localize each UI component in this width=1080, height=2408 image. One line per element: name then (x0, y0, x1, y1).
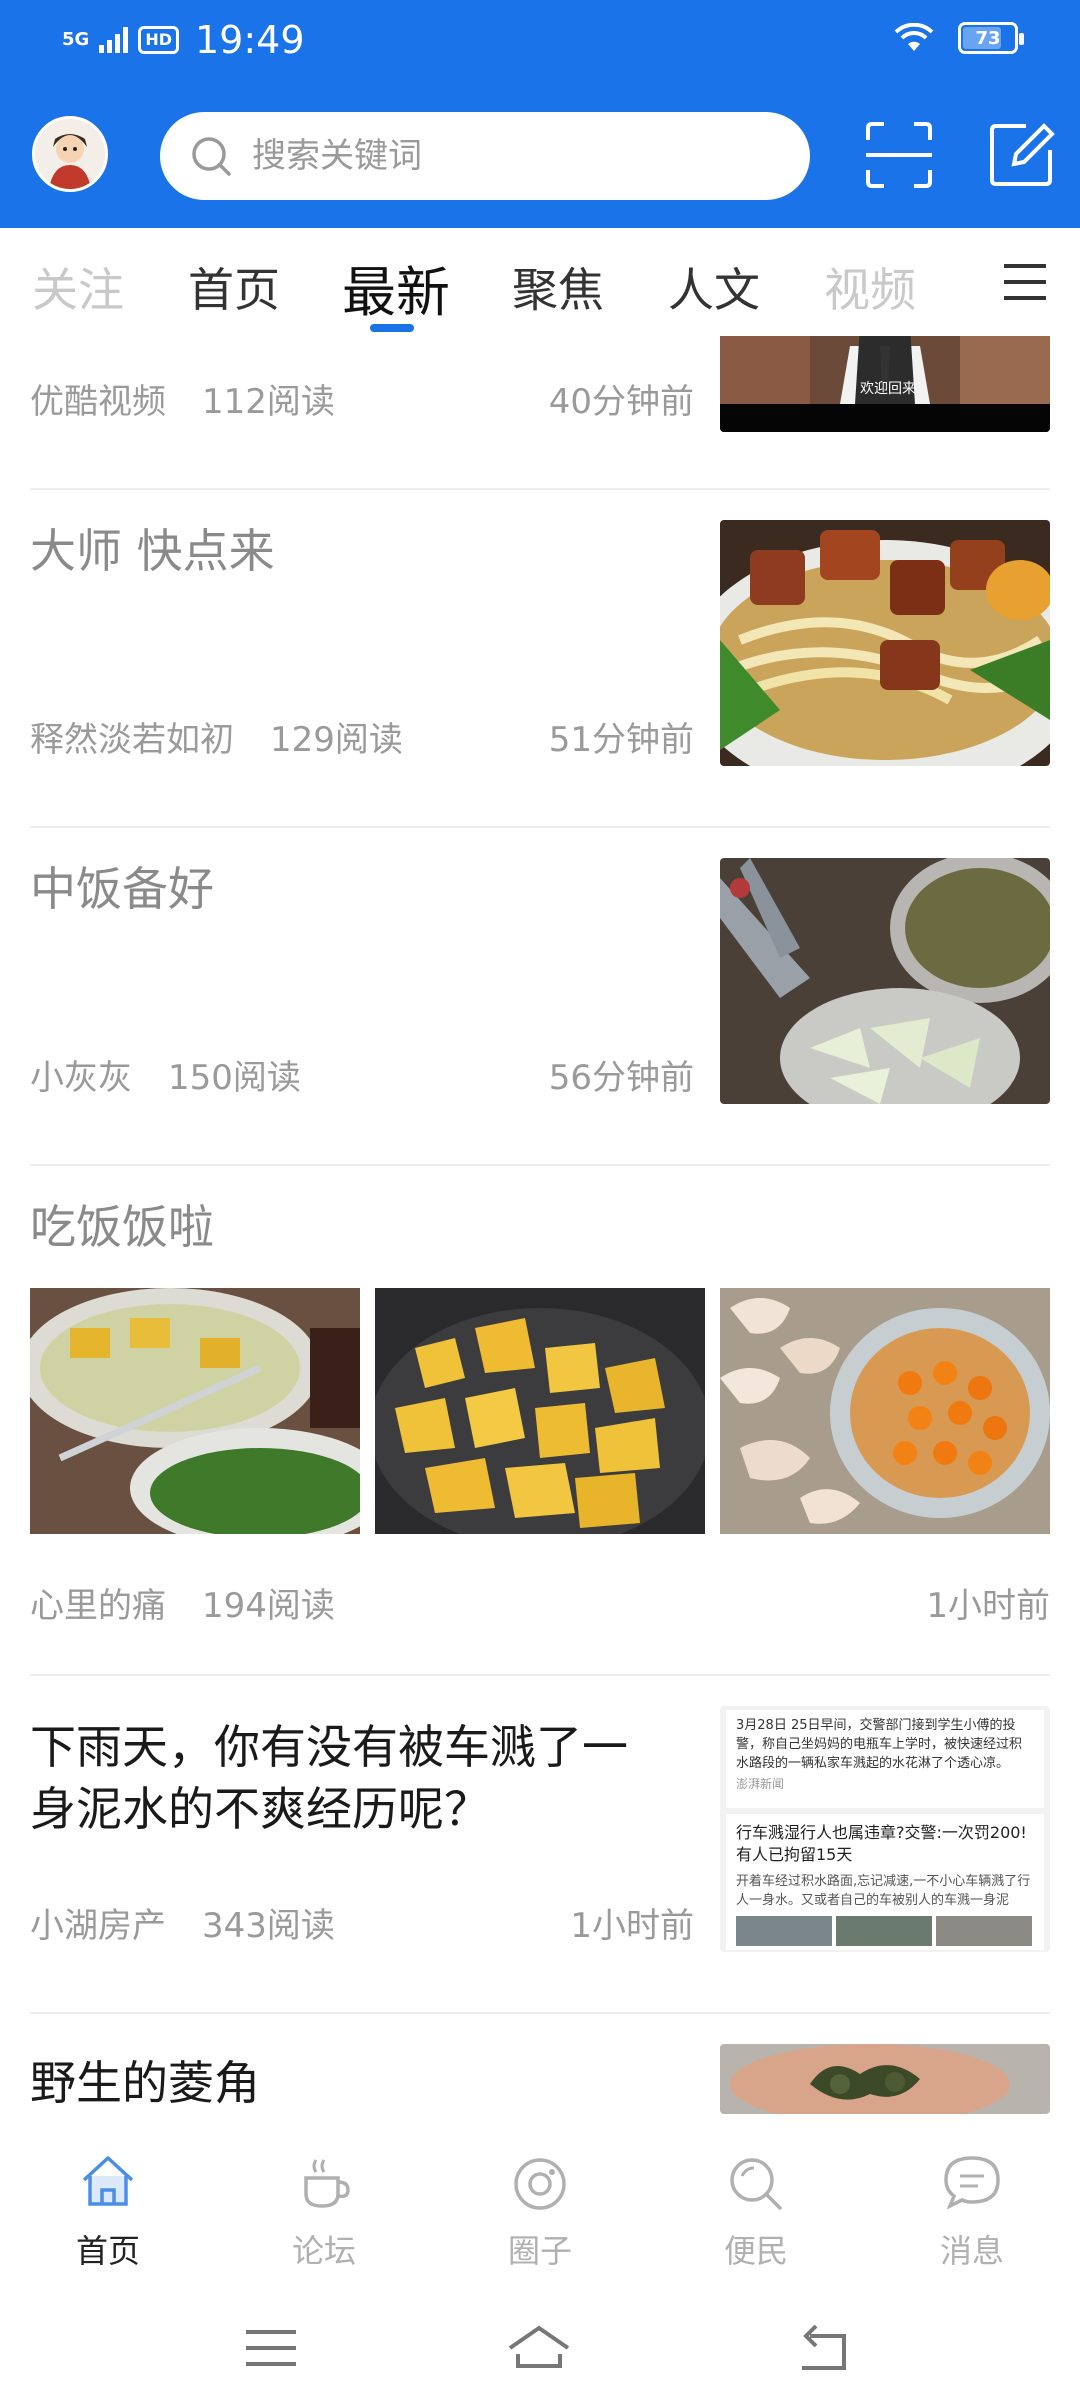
battery-icon: 73 (958, 22, 1024, 54)
post-time: 1小时前 (926, 1586, 1050, 1626)
divider (30, 1164, 1050, 1166)
thumb-text-top: 3月28日 25日早间，交警部门接到学生小傅的投警，称自己坐妈妈的电瓶车上学时，… (736, 1718, 1023, 1771)
news-feed: 欢迎回来 优酷视频 112阅读 40分钟前 大师 快点来 释然淡若如初 129阅读 … (0, 336, 1080, 2126)
network-type: 5G (62, 29, 90, 50)
post-author: 心里的痛 (30, 1586, 166, 1626)
post-title: 中饭备好 (30, 862, 214, 916)
post-author: 小湖房产 (30, 1906, 166, 1946)
read-count: 112阅读 (202, 382, 335, 422)
post-author: 释然淡若如初 (30, 720, 234, 760)
list-item[interactable]: 野生的菱角 (30, 2044, 1050, 2126)
clock: 19:49 (194, 18, 305, 62)
recent-apps-icon[interactable] (236, 2318, 306, 2378)
post-thumbnail: 3月28日 25日早间，交警部门接到学生小傅的投警，称自己坐妈妈的电瓶车上学时，… (720, 1706, 1050, 1952)
wifi-icon (894, 23, 934, 51)
post-title: 野生的菱角 (30, 2056, 260, 2110)
nav-label: 首页 (75, 2232, 140, 2270)
divider (30, 826, 1050, 828)
post-image (720, 1288, 1050, 1534)
battery-level: 73 (975, 27, 1001, 49)
nav-services[interactable]: 便民 (676, 2150, 836, 2272)
hd-badge: HD (138, 26, 179, 54)
home-icon (82, 2156, 134, 2206)
tab-home[interactable]: 首页 (188, 254, 280, 320)
post-title: 吃饭饭啦 (30, 1200, 214, 1254)
video-thumbnail: 欢迎回来 (720, 336, 1050, 432)
read-count: 343阅读 (202, 1906, 335, 1946)
category-tabs: 关注 首页 最新 聚焦 人文 视频 (0, 228, 1080, 336)
thumb-headline: 行车溅湿行人也属违章?交警:一次罚200!有人已拘留15天 (736, 1823, 1027, 1864)
read-count: 150阅读 (168, 1058, 301, 1098)
list-item[interactable]: 大师 快点来 释然淡若如初 129阅读 51分钟前 (30, 520, 1050, 766)
nav-circles[interactable]: 圈子 (460, 2150, 620, 2272)
post-thumbnail (720, 2044, 1050, 2114)
post-thumbnail (720, 858, 1050, 1104)
signal-icon (99, 27, 129, 53)
read-count: 194阅读 (202, 1586, 335, 1626)
read-count: 129阅读 (270, 720, 403, 760)
bottom-navigation: 首页 论坛 圈子 便民 消息 (0, 2126, 1080, 2288)
post-thumbnail (720, 520, 1050, 766)
list-item[interactable]: 中饭备好 小灰灰 150阅读 56分钟前 (30, 858, 1050, 1104)
thumb-source: 澎湃新闻 (736, 1777, 785, 1791)
post-time: 56分钟前 (548, 1058, 694, 1098)
post-meta: 心里的痛 194阅读 (30, 1578, 335, 1627)
search-input[interactable] (252, 136, 792, 176)
nav-label: 消息 (939, 2232, 1004, 2270)
nav-home[interactable]: 首页 (28, 2150, 188, 2272)
post-meta: 优酷视频 112阅读 (30, 374, 335, 423)
nav-label: 圈子 (507, 2232, 572, 2270)
post-image (30, 1288, 360, 1534)
nav-label: 论坛 (291, 2232, 356, 2270)
coffee-cup-icon (304, 2159, 350, 2208)
tab-follow[interactable]: 关注 (32, 254, 124, 320)
list-item[interactable]: 下雨天，你有没有被车溅了一身泥水的不爽经历呢？ 小湖房产 343阅读 1小时前 3… (30, 1706, 1050, 1952)
divider (30, 1674, 1050, 1676)
search-icon (192, 137, 231, 176)
system-navigation-bar (0, 2288, 1080, 2408)
compose-icon[interactable] (986, 120, 1056, 190)
scan-icon[interactable] (864, 120, 934, 190)
active-tab-indicator (370, 324, 414, 332)
list-item[interactable]: 欢迎回来 优酷视频 112阅读 40分钟前 (30, 336, 1050, 486)
video-caption: 欢迎回来 (860, 381, 916, 397)
divider (30, 2012, 1050, 2014)
post-meta: 小灰灰 150阅读 (30, 1050, 301, 1099)
post-time: 1小时前 (570, 1906, 694, 1946)
circle-icon (514, 2158, 566, 2210)
nav-label: 便民 (723, 2232, 788, 2270)
post-title: 下雨天，你有没有被车溅了一身泥水的不爽经历呢？ (30, 1720, 628, 1836)
search-icon (730, 2158, 782, 2210)
post-meta: 小湖房产 343阅读 (30, 1898, 335, 1947)
tab-focus[interactable]: 聚焦 (512, 254, 604, 320)
thumb-body: 开着车经过积水路面,忘记减速,一不小心车辆溅了行人一身水。又或者自己的车被别人的… (736, 1874, 1031, 1908)
menu-icon[interactable] (1002, 262, 1048, 302)
home-button-icon[interactable] (504, 2318, 574, 2378)
nav-forum[interactable]: 论坛 (244, 2150, 404, 2272)
post-meta: 释然淡若如初 129阅读 (30, 712, 403, 761)
list-item[interactable]: 吃饭饭啦 心里的痛 194阅读 1小时前 (30, 1196, 1050, 1646)
tab-culture[interactable]: 人文 (668, 254, 760, 320)
chat-bubble-icon (944, 2156, 1000, 2210)
post-author: 小灰灰 (30, 1058, 132, 1098)
status-bar: 5G HD 19:49 73 (0, 0, 1080, 80)
back-icon[interactable] (790, 2318, 860, 2378)
post-title: 大师 快点来 (30, 524, 275, 578)
post-author: 优酷视频 (30, 382, 166, 422)
search-bar[interactable] (160, 112, 810, 200)
app-header: 5G HD 19:49 73 (0, 0, 1080, 228)
post-image (375, 1288, 705, 1534)
tab-latest[interactable]: 最新 (342, 248, 450, 327)
avatar[interactable] (32, 116, 108, 192)
post-time: 40分钟前 (548, 382, 694, 422)
tab-video[interactable]: 视频 (824, 254, 916, 320)
nav-messages[interactable]: 消息 (892, 2150, 1052, 2272)
post-time: 51分钟前 (548, 720, 694, 760)
divider (30, 488, 1050, 490)
app-screen: { "status_bar": { "network": "5G", "hd":… (0, 0, 1080, 2408)
